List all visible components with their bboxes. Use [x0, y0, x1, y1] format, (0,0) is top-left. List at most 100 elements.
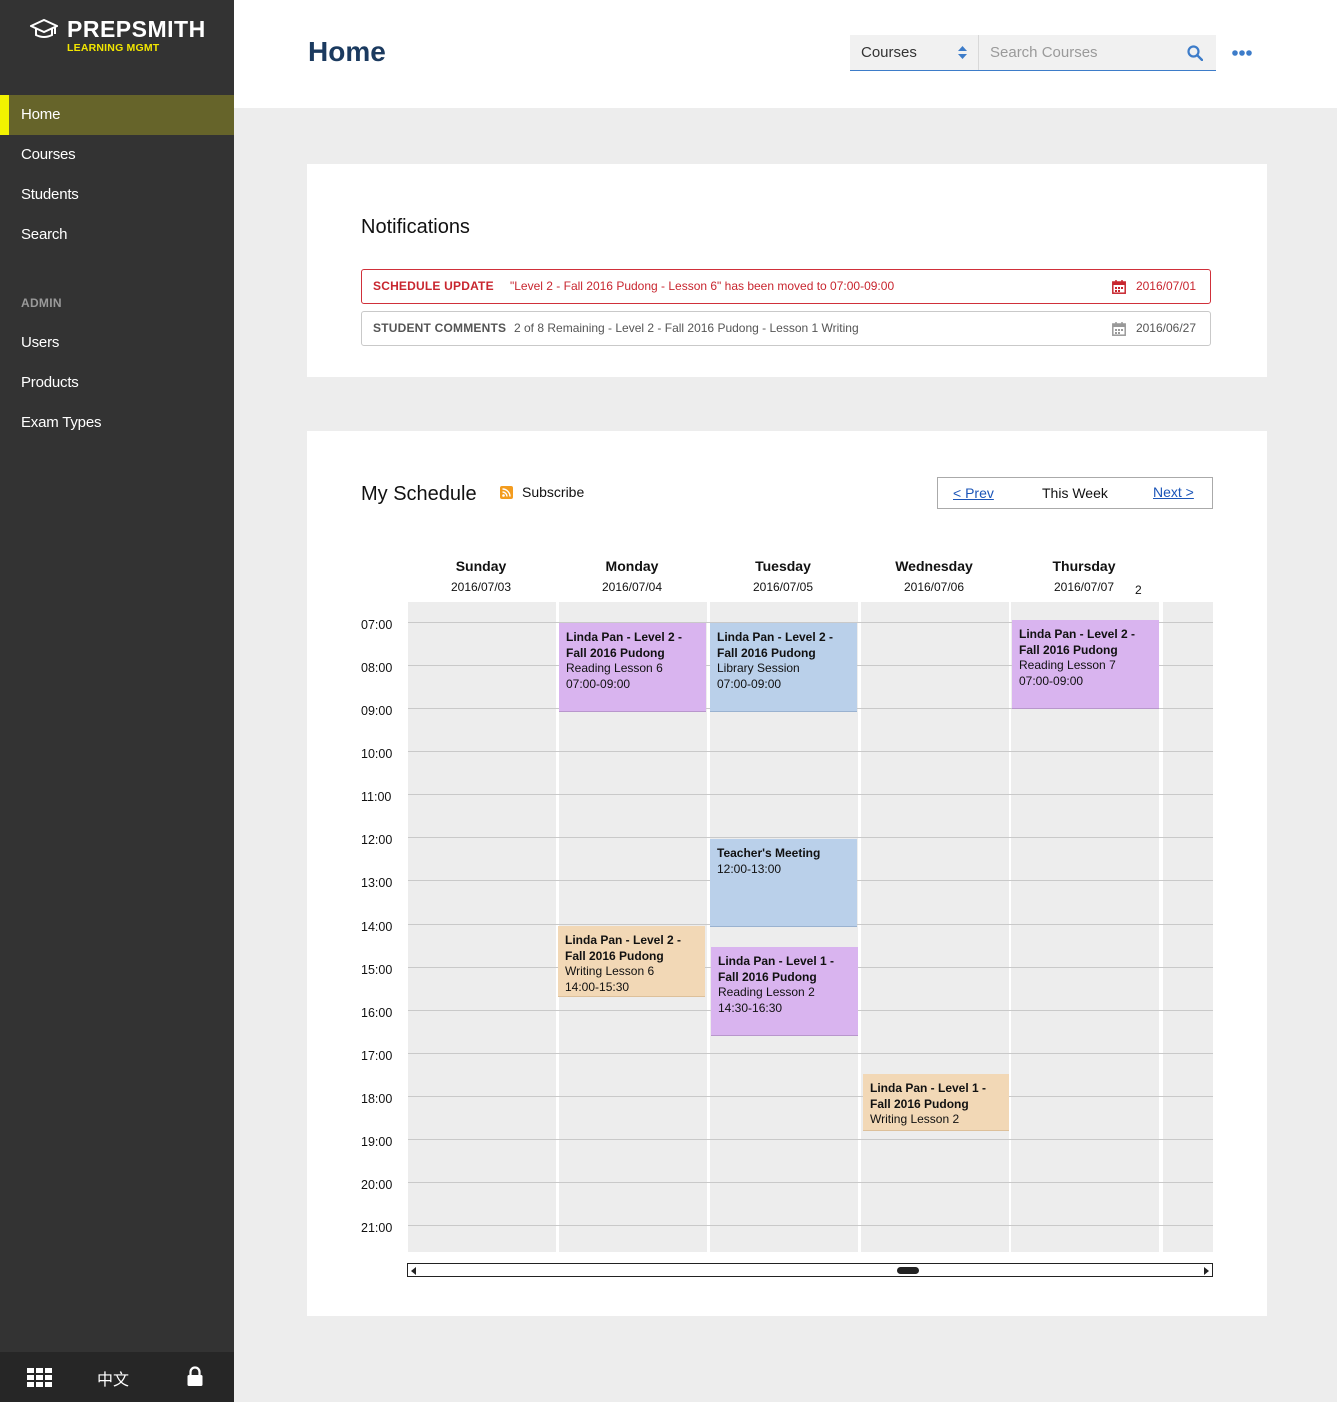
sidebar-item-students[interactable]: Students [0, 175, 234, 215]
hour-label: 16:00 [361, 1006, 393, 1020]
calendar-icon [1112, 280, 1126, 294]
language-toggle[interactable]: 中文 [97, 1366, 129, 1390]
sidebar-item-home[interactable]: Home [0, 95, 234, 135]
hour-label: 08:00 [361, 661, 393, 675]
notification-schedule-update[interactable]: SCHEDULE UPDATE "Level 2 - Fall 2016 Pud… [361, 269, 1211, 304]
schedule-event[interactable]: Teacher's Meeting 12:00-13:00 [710, 839, 857, 927]
hour-label: 13:00 [361, 876, 393, 890]
hour-gridline [408, 1182, 1213, 1183]
schedule-title: My Schedule [361, 483, 477, 505]
event-title: Linda Pan - Level 2 - Fall 2016 Pudong [717, 630, 834, 660]
search-icon[interactable] [1187, 45, 1203, 61]
notification-date: 2016/07/01 [1135, 279, 1196, 293]
event-title: Linda Pan - Level 1 - Fall 2016 Pudong [870, 1081, 987, 1111]
notifications-card: Notifications SCHEDULE UPDATE "Level 2 -… [307, 164, 1267, 377]
day-header-tuesday: Tuesday 2016/07/05 [709, 558, 857, 594]
brand-logo[interactable]: PREPSMITH LEARNING MGMT [30, 16, 220, 66]
hour-label: 21:00 [361, 1221, 393, 1235]
top-header: Home Courses [234, 0, 1337, 108]
hour-label: 20:00 [361, 1178, 393, 1192]
course-type-select-value: Courses [861, 44, 917, 61]
notification-type: SCHEDULE UPDATE [373, 279, 494, 293]
schedule-event[interactable]: Linda Pan - Level 2 - Fall 2016 Pudong R… [559, 623, 706, 712]
schedule-event[interactable]: Linda Pan - Level 2 - Fall 2016 Pudong R… [1012, 620, 1159, 709]
day-date: 2016/07/04 [601, 580, 663, 594]
hour-gridline [408, 1139, 1213, 1140]
notification-message: "Level 2 - Fall 2016 Pudong - Lesson 6" … [510, 279, 895, 293]
sidebar-item-exam-types[interactable]: Exam Types [0, 403, 234, 443]
event-subtitle: Writing Lesson 6 [565, 964, 655, 978]
event-subtitle: Library Session [717, 661, 800, 675]
event-title: Linda Pan - Level 2 - Fall 2016 Pudong [565, 933, 682, 963]
event-title: Linda Pan - Level 1 - Fall 2016 Pudong [718, 954, 835, 984]
next-week-link[interactable]: Next > [1153, 484, 1194, 500]
sidebar-footer: 中文 [0, 1352, 234, 1402]
event-title: Linda Pan - Level 2 - Fall 2016 Pudong [1019, 627, 1136, 657]
day-name: Sunday [455, 558, 507, 574]
day-header-wednesday: Wednesday 2016/07/06 [860, 558, 1008, 594]
sidebar-item-products[interactable]: Products [0, 363, 234, 403]
day-date: 2 [1135, 583, 1142, 597]
hour-gridline [408, 1053, 1213, 1054]
scroll-right-arrow-icon[interactable] [1204, 1267, 1209, 1275]
hour-label: 10:00 [361, 747, 393, 761]
sidebar-item-courses[interactable]: Courses [0, 135, 234, 175]
notification-message: 2 of 8 Remaining - Level 2 - Fall 2016 P… [514, 321, 859, 335]
more-icon[interactable] [1232, 49, 1252, 57]
week-calendar: Sunday 2016/07/03 Monday 2016/07/04 Tues… [307, 551, 1267, 1271]
select-arrows-icon [958, 46, 967, 59]
search-input[interactable] [980, 35, 1180, 70]
event-time: 14:00-15:30 [565, 979, 630, 994]
event-subtitle: Writing Lesson 2 [870, 1112, 960, 1126]
sidebar: PREPSMITH LEARNING MGMT Home Courses Stu… [0, 0, 234, 1402]
subscribe-link[interactable]: Subscribe [522, 484, 584, 500]
hour-label: 15:00 [361, 963, 393, 977]
event-subtitle: Reading Lesson 6 [566, 661, 663, 675]
hour-label: 11:00 [361, 790, 392, 804]
hour-label: 09:00 [361, 704, 393, 718]
notification-student-comments[interactable]: STUDENT COMMENTS 2 of 8 Remaining - Leve… [361, 311, 1211, 346]
this-week-link[interactable]: This Week [1042, 485, 1108, 501]
schedule-event[interactable]: Linda Pan - Level 1 - Fall 2016 Pudong R… [711, 947, 858, 1036]
course-type-select[interactable]: Courses [850, 35, 979, 70]
scroll-thumb[interactable] [897, 1267, 919, 1274]
day-column-sunday[interactable] [408, 602, 556, 1252]
lock-icon[interactable] [186, 1366, 204, 1386]
sidebar-item-users[interactable]: Users [0, 323, 234, 363]
day-header-friday: 2 [1135, 558, 1267, 597]
rss-icon[interactable] [500, 486, 513, 499]
day-column-wednesday[interactable] [861, 602, 1009, 1252]
scroll-left-arrow-icon[interactable] [411, 1267, 416, 1275]
hour-gridline [408, 1225, 1213, 1226]
grid-icon[interactable] [27, 1368, 52, 1387]
schedule-event[interactable]: Linda Pan - Level 2 - Fall 2016 Pudong W… [558, 926, 705, 997]
brand-name: PREPSMITH [67, 16, 206, 42]
day-name: Tuesday [755, 558, 811, 574]
graduation-cap-icon [30, 18, 58, 38]
notification-type: STUDENT COMMENTS [373, 321, 507, 335]
day-column-friday[interactable] [1163, 602, 1213, 1252]
event-time: 12:00-13:00 [717, 861, 782, 876]
hour-label: 12:00 [361, 833, 393, 847]
day-name: Wednesday [895, 558, 973, 574]
prev-week-link[interactable]: < Prev [953, 485, 994, 501]
hour-label: 14:00 [361, 920, 393, 934]
day-date: 2016/07/03 [450, 580, 512, 594]
hour-label: 19:00 [361, 1135, 393, 1149]
calendar-horizontal-scrollbar[interactable] [407, 1263, 1213, 1277]
schedule-card: My Schedule Subscribe < Prev This Week N… [307, 431, 1267, 1316]
hour-label: 07:00 [361, 618, 393, 632]
event-time: 07:00-09:00 [566, 676, 631, 691]
hour-gridline [408, 837, 1213, 838]
event-time: 14:30-16:30 [718, 1000, 783, 1015]
hour-gridline [408, 794, 1213, 795]
week-navigation: < Prev This Week Next > [937, 477, 1213, 509]
event-time: 07:00-09:00 [1019, 673, 1084, 688]
schedule-event[interactable]: Linda Pan - Level 1 - Fall 2016 Pudong W… [863, 1074, 1009, 1131]
day-header-sunday: Sunday 2016/07/03 [407, 558, 555, 594]
day-date: 2016/07/05 [752, 580, 814, 594]
event-title: Linda Pan - Level 2 - Fall 2016 Pudong [566, 630, 683, 660]
event-subtitle: Reading Lesson 7 [1019, 658, 1116, 672]
schedule-event[interactable]: Linda Pan - Level 2 - Fall 2016 Pudong L… [710, 623, 857, 712]
sidebar-item-search[interactable]: Search [0, 215, 234, 255]
